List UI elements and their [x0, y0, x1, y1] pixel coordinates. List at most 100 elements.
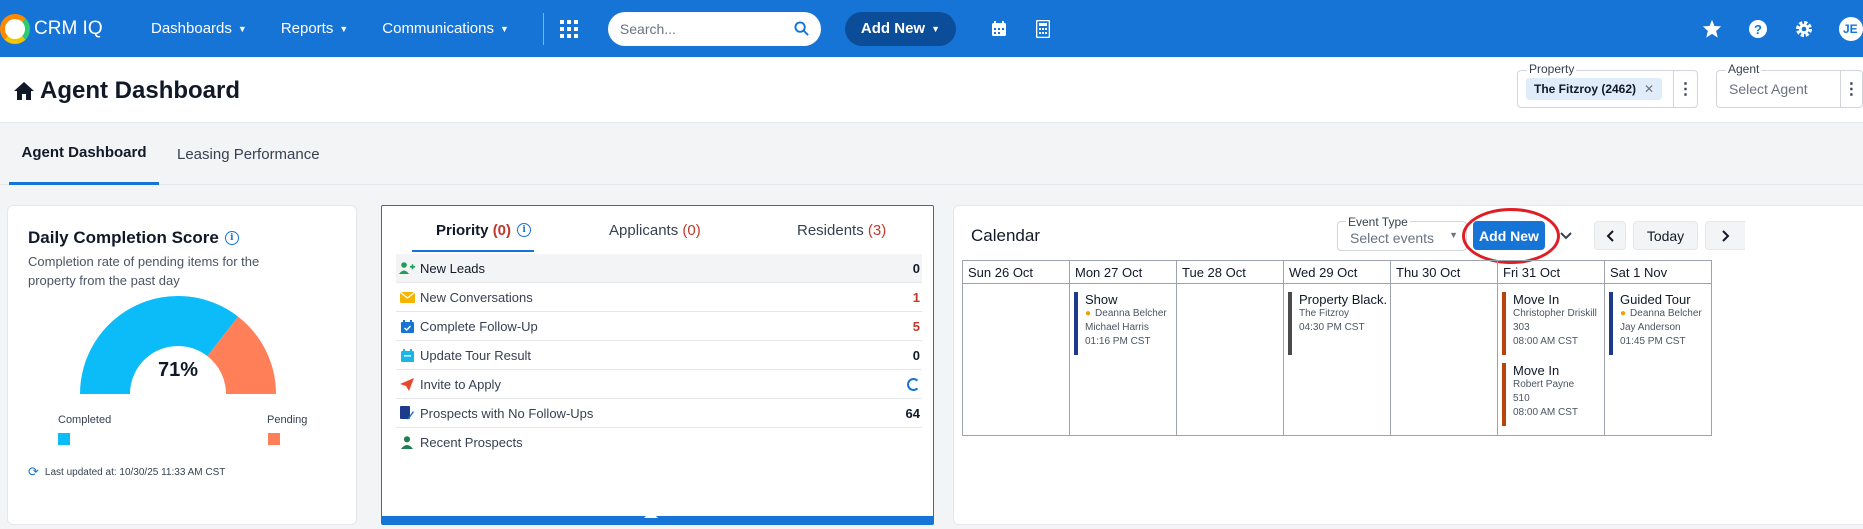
- calendar-icon[interactable]: [990, 20, 1008, 38]
- calendar-event-property[interactable]: Property Black... The Fitzroy 04:30 PM C…: [1288, 292, 1386, 355]
- tab-applicants-label: Applicants: [609, 221, 679, 239]
- calendar-event-move-in[interactable]: Move In Christopher Driskill 303 08:00 A…: [1502, 292, 1600, 355]
- day-column-tue[interactable]: Tue 28 Oct: [1177, 261, 1284, 435]
- top-navbar: CRM IQ Dashboards ▼ Reports ▼ Communicatio…: [0, 0, 1863, 57]
- kebab-menu-icon[interactable]: ⋮: [1839, 70, 1862, 108]
- event-agent: Deanna Belcher: [1630, 308, 1702, 319]
- edit-document-icon: [398, 406, 416, 420]
- calendar-week-grid: Sun 26 Oct Mon 27 Oct Show ● Deanna Belch…: [962, 260, 1712, 436]
- next-week-button[interactable]: [1705, 221, 1745, 250]
- person-icon: [398, 436, 416, 449]
- property-filter: Property The Fitzroy (2462) ✕ ⋮: [1517, 62, 1698, 108]
- add-new-button[interactable]: Add New ▼: [844, 11, 956, 46]
- row-label: Update Tour Result: [420, 347, 532, 363]
- tab-agent-dashboard[interactable]: Agent Dashboard: [9, 123, 159, 185]
- list-item[interactable]: Update Tour Result 0: [396, 341, 922, 370]
- help-icon[interactable]: ?: [1747, 18, 1769, 40]
- tab-leasing-performance[interactable]: Leasing Performance: [177, 123, 320, 185]
- add-new-label: Add New: [860, 20, 926, 37]
- chevron-down-icon[interactable]: [1555, 221, 1577, 250]
- list-item[interactable]: Prospects with No Follow-Ups 64: [396, 399, 922, 428]
- envelope-icon: [398, 291, 416, 303]
- gear-icon[interactable]: [1793, 18, 1815, 40]
- day-column-fri[interactable]: Fri 31 Oct Move In Christopher Driskill …: [1498, 261, 1605, 435]
- day-column-mon[interactable]: Mon 27 Oct Show ● Deanna Belcher Michael …: [1070, 261, 1177, 435]
- expand-arrow-icon[interactable]: [644, 511, 658, 518]
- property-label: Property: [1527, 62, 1577, 76]
- tab-label: Leasing Performance: [177, 145, 320, 163]
- row-value: 0: [912, 260, 920, 276]
- dashboard-tabs: Agent Dashboard Leasing Performance: [0, 123, 1863, 185]
- event-title: Move In: [1513, 363, 1560, 378]
- score-title: Daily Completion Score i: [28, 228, 239, 248]
- menu-dashboards[interactable]: Dashboards ▼: [151, 20, 247, 37]
- event-time: 01:16 PM CST: [1085, 336, 1151, 347]
- score-percent: 71%: [157, 359, 199, 381]
- calculator-icon[interactable]: [1034, 19, 1052, 38]
- menu-reports[interactable]: Reports ▼: [281, 20, 348, 37]
- event-title: Show: [1085, 292, 1118, 307]
- close-icon[interactable]: ✕: [1644, 82, 1654, 96]
- refresh-icon[interactable]: ⟳: [28, 464, 39, 480]
- day-header: Fri 31 Oct: [1498, 261, 1604, 284]
- row-value: 64: [905, 405, 920, 421]
- score-title-text: Daily Completion Score: [28, 228, 219, 247]
- tab-priority[interactable]: Priority (0) i: [436, 216, 532, 244]
- chevron-right-icon: [1721, 229, 1729, 242]
- day-header: Sat 1 Nov: [1605, 261, 1711, 284]
- menu-communications[interactable]: Communications ▼: [382, 20, 509, 37]
- tab-applicants-count: (0): [682, 221, 701, 239]
- calendar-event-move-in[interactable]: Move In Robert Payne 510 08:00 AM CST: [1502, 363, 1600, 426]
- app-logo[interactable]: CRM IQ: [0, 13, 135, 44]
- calendar-event-show[interactable]: Show ● Deanna Belcher Michael Harris 01:1…: [1074, 292, 1172, 355]
- day-column-wed[interactable]: Wed 29 Oct Property Black... The Fitzroy…: [1284, 261, 1391, 435]
- day-column-sat[interactable]: Sat 1 Nov Guided Tour ● Deanna Belcher Ja…: [1605, 261, 1712, 435]
- event-contact: Robert Payne: [1513, 379, 1575, 390]
- last-updated: ⟳ Last updated at: 10/30/25 11:33 AM CST: [28, 464, 225, 480]
- person-icon: ●: [1085, 308, 1092, 319]
- score-subtitle: Completion rate of pending items for the…: [28, 254, 260, 288]
- logo-mark: [0, 13, 30, 44]
- list-item[interactable]: New Leads 0: [396, 254, 922, 283]
- row-label: New Conversations: [420, 289, 533, 305]
- priority-card: Priority (0) i Applicants (0) Residents …: [381, 205, 934, 525]
- today-button[interactable]: Today: [1633, 221, 1698, 250]
- menu-communications-label: Communications: [382, 20, 494, 37]
- day-header: Tue 28 Oct: [1177, 261, 1283, 284]
- score-gauge: 71%: [78, 294, 278, 404]
- day-column-sun[interactable]: Sun 26 Oct: [963, 261, 1070, 435]
- calendar-card: Calendar Event Type Select events ▼ Add …: [953, 205, 1863, 525]
- event-type-select[interactable]: Event Type Select events ▼: [1337, 215, 1467, 251]
- list-item[interactable]: Complete Follow-Up 5: [396, 312, 922, 341]
- row-value: 1: [912, 289, 920, 305]
- star-icon[interactable]: [1701, 18, 1723, 40]
- completion-score-card: Daily Completion Score i Completion rate…: [7, 205, 357, 525]
- highlight-annotation: [1462, 208, 1560, 264]
- info-icon[interactable]: i: [224, 231, 239, 245]
- event-time: 04:30 PM CST: [1299, 322, 1365, 333]
- info-icon[interactable]: i: [517, 223, 532, 237]
- day-column-thu[interactable]: Thu 30 Oct: [1391, 261, 1498, 435]
- caret-down-icon: ▼: [931, 23, 940, 34]
- apps-grid-icon[interactable]: [559, 19, 578, 38]
- tab-residents-label: Residents: [797, 221, 864, 239]
- list-item[interactable]: Invite to Apply: [396, 370, 922, 399]
- kebab-menu-icon[interactable]: ⋮: [1673, 70, 1697, 108]
- prev-week-button[interactable]: [1594, 221, 1626, 250]
- user-avatar[interactable]: JE: [1839, 16, 1863, 41]
- legend-pending-swatch: [268, 433, 280, 445]
- calendar-event-guided-tour[interactable]: Guided Tour ● Deanna Belcher Jay Anderson…: [1609, 292, 1707, 355]
- tab-residents[interactable]: Residents (3): [797, 216, 886, 244]
- event-contact: Jay Anderson: [1620, 322, 1681, 333]
- search-icon[interactable]: [794, 21, 809, 36]
- search-input[interactable]: Search...: [607, 11, 821, 46]
- tab-applicants[interactable]: Applicants (0): [609, 216, 701, 244]
- event-contact: Christopher Driskill: [1513, 308, 1597, 319]
- add-user-icon: [398, 262, 416, 274]
- list-item[interactable]: New Conversations 1: [396, 283, 922, 312]
- caret-down-icon: ▼: [237, 23, 247, 34]
- row-label: Prospects with No Follow-Ups: [420, 405, 594, 421]
- event-place: The Fitzroy: [1299, 308, 1350, 319]
- list-item[interactable]: Recent Prospects: [396, 428, 922, 457]
- row-value: 5: [912, 318, 920, 334]
